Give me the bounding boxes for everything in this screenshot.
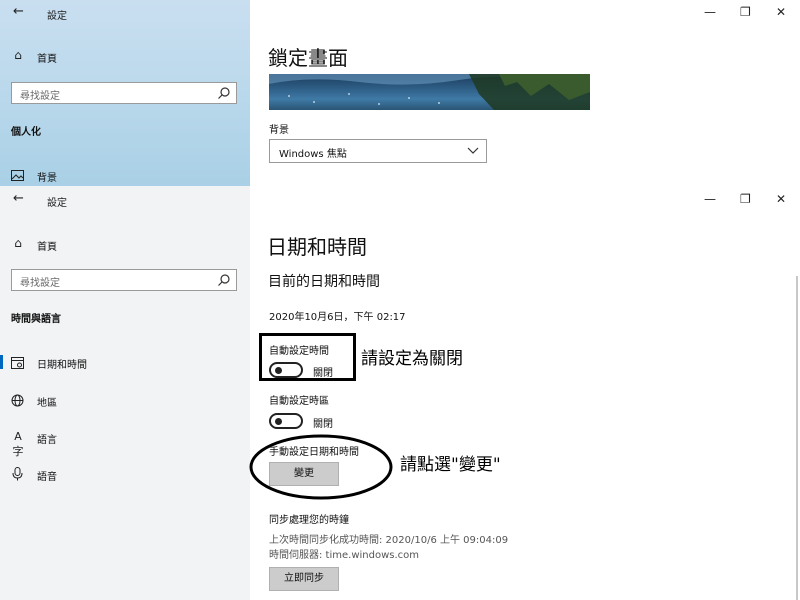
- restore-button[interactable]: ❐: [740, 192, 751, 206]
- back-arrow-icon[interactable]: ←: [13, 4, 24, 19]
- section-title: 目前的日期和時間: [268, 274, 380, 290]
- search-icon: [218, 87, 230, 99]
- current-datetime: 2020年10月6日，下午 02:17: [269, 312, 406, 323]
- sidebar: ← 設定 ⌂ 首頁 尋找設定 時間與語言 日期和時間 地區 A字 語言 語音: [0, 186, 250, 600]
- date-time-settings-window: ← 設定 ⌂ 首頁 尋找設定 時間與語言 日期和時間 地區 A字 語言 語音 —…: [0, 186, 800, 600]
- search-icon: [218, 274, 230, 286]
- minimize-button[interactable]: —: [704, 5, 716, 19]
- minimize-button[interactable]: —: [704, 192, 716, 206]
- sidebar-item-region[interactable]: 地區: [0, 392, 250, 410]
- close-button[interactable]: ✕: [776, 192, 786, 206]
- search-input[interactable]: 尋找設定: [11, 269, 237, 291]
- language-icon: A字: [12, 430, 24, 458]
- search-placeholder: 尋找設定: [20, 278, 60, 289]
- sidebar-item-language[interactable]: A字 語言: [0, 429, 250, 458]
- page-title: 日期和時間: [267, 235, 367, 259]
- auto-timezone-state: 關閉: [313, 419, 333, 430]
- search-input[interactable]: 尋找設定: [11, 82, 237, 104]
- lock-screen-preview-image: [269, 74, 590, 110]
- sidebar-item-home[interactable]: ⌂ 首頁: [10, 48, 240, 66]
- calendar-icon: [11, 357, 24, 369]
- sidebar-item-home[interactable]: ⌂ 首頁: [10, 236, 240, 254]
- sidebar-item-label: 背景: [37, 173, 57, 184]
- last-sync-text: 上次時間同步化成功時間: 2020/10/6 上午 09:04:09: [269, 535, 509, 546]
- auto-timezone-label: 自動設定時區: [269, 396, 329, 407]
- close-button[interactable]: ✕: [776, 5, 786, 19]
- back-arrow-icon[interactable]: ←: [13, 191, 24, 206]
- annotation-note-change: 請點選"變更": [400, 455, 501, 475]
- annotation-highlight-box: [259, 333, 356, 381]
- microphone-icon: [12, 467, 23, 481]
- page-title: 鎖定畫面: [268, 46, 348, 70]
- sidebar-item-label: 語音: [37, 472, 57, 483]
- auto-timezone-toggle[interactable]: [269, 413, 303, 429]
- selected-indicator: [0, 355, 3, 369]
- category-heading: 時間與語言: [11, 314, 61, 325]
- annotation-highlight-ellipse: [249, 434, 393, 500]
- background-label: 背景: [269, 125, 289, 136]
- sidebar-item-label: 首頁: [37, 54, 57, 65]
- annotation-note-toggle: 請設定為關閉: [361, 349, 463, 369]
- preview-image-art: [269, 74, 590, 110]
- sidebar-item-label: 日期和時間: [37, 360, 87, 371]
- dropdown-value: Windows 焦點: [279, 149, 347, 160]
- globe-icon: [11, 394, 24, 407]
- lock-screen-settings-window: ← 設定 ⌂ 首頁 尋找設定 個人化 背景 — ❐ ✕ 鎖定畫面 背景 Wind…: [0, 0, 800, 186]
- picture-icon: [11, 170, 24, 181]
- sidebar-item-background[interactable]: 背景: [10, 168, 240, 186]
- restore-button[interactable]: ❐: [740, 5, 751, 19]
- toggle-knob: [275, 418, 282, 425]
- sidebar-item-speech[interactable]: 語音: [0, 466, 250, 484]
- scrollbar[interactable]: [796, 276, 798, 600]
- sidebar: ← 設定 ⌂ 首頁 尋找設定 個人化 背景: [0, 0, 250, 186]
- window-title: 設定: [47, 11, 67, 22]
- background-dropdown[interactable]: Windows 焦點: [269, 139, 487, 163]
- home-icon: ⌂: [14, 48, 22, 62]
- search-placeholder: 尋找設定: [20, 91, 60, 102]
- sync-clock-title: 同步處理您的時鐘: [269, 515, 349, 526]
- time-server-text: 時間伺服器: time.windows.com: [269, 550, 420, 561]
- window-title: 設定: [47, 198, 67, 209]
- sidebar-item-label: 地區: [37, 398, 57, 409]
- sync-now-button[interactable]: 立即同步: [269, 567, 339, 591]
- category-heading: 個人化: [11, 127, 41, 138]
- chevron-down-icon: [467, 147, 479, 154]
- sidebar-item-label: 語言: [37, 435, 57, 446]
- home-icon: ⌂: [14, 236, 22, 250]
- sidebar-item-label: 首頁: [37, 242, 57, 253]
- sidebar-item-date-time[interactable]: 日期和時間: [0, 354, 250, 372]
